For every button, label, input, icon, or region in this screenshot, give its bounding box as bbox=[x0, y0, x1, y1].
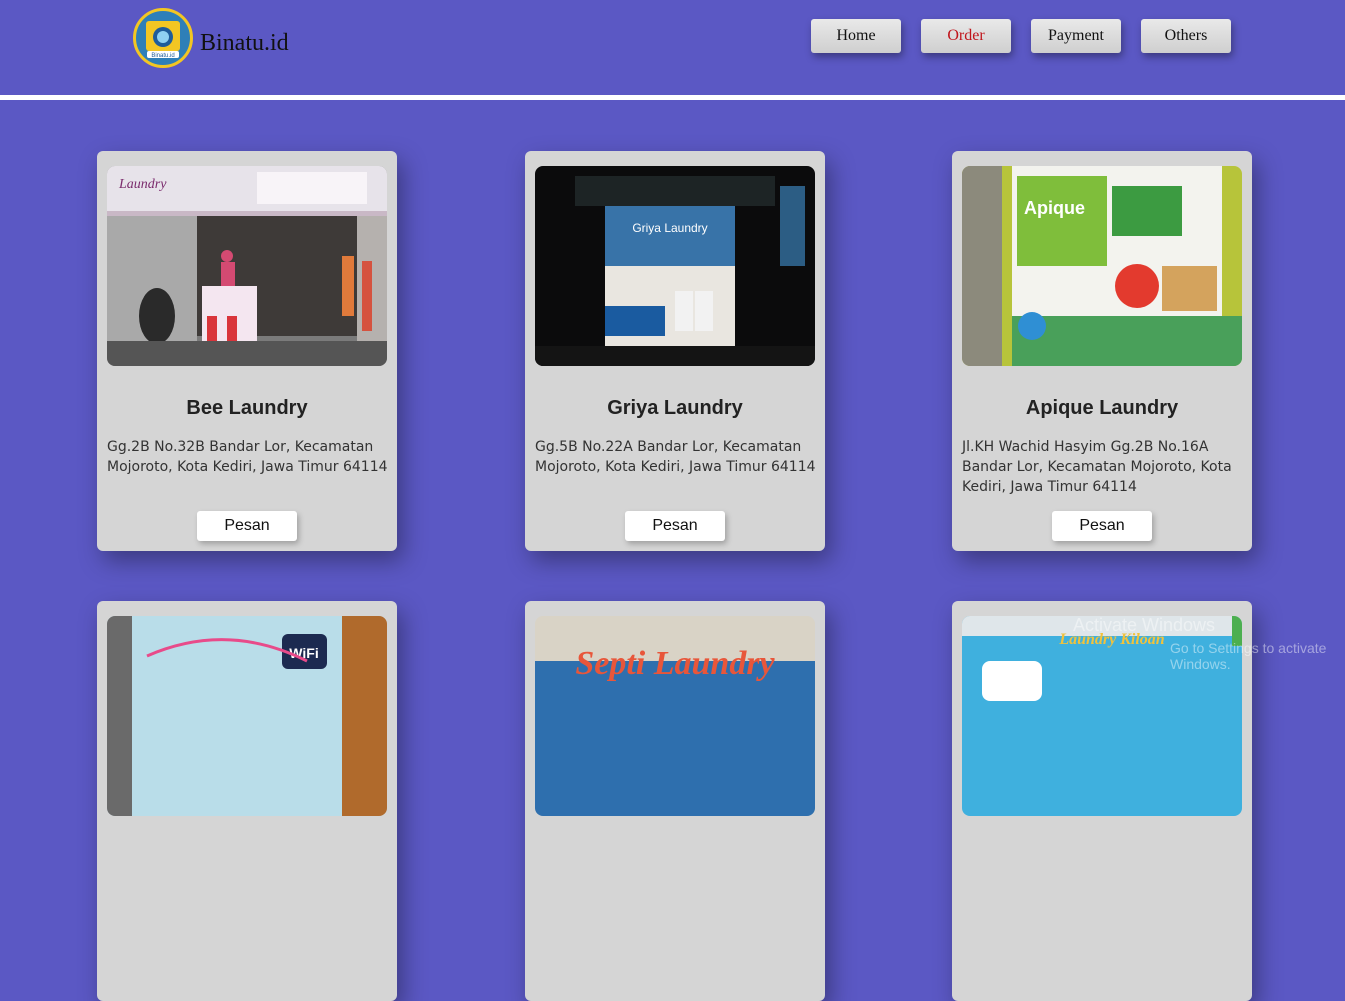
svg-text:Griya Laundry: Griya Laundry bbox=[632, 221, 707, 235]
header: Binatu.id Binatu.id Home Order Payment O… bbox=[0, 0, 1345, 96]
nav-others-button[interactable]: Others bbox=[1141, 19, 1231, 53]
laundry-title: Bee Laundry bbox=[186, 397, 308, 419]
laundry-card-bee: Laundry Bee Laundry Gg.2B No.32B Bandar … bbox=[97, 151, 397, 551]
laundry-photo[interactable]: Septi Laundry bbox=[535, 616, 815, 816]
logo-washing-machine-icon[interactable]: Binatu.id bbox=[133, 8, 193, 68]
laundry-title: Apique Laundry bbox=[1025, 397, 1179, 419]
laundry-card-griya: Griya Laundry Griya Laundry Gg.5B No.22A… bbox=[525, 151, 825, 551]
laundry-photo[interactable]: WiFi bbox=[107, 616, 387, 816]
svg-text:Binatu.id: Binatu.id bbox=[151, 53, 174, 59]
pesan-button[interactable]: Pesan bbox=[625, 511, 725, 541]
svg-text:Septi Laundry: Septi Laundry bbox=[575, 645, 775, 682]
nav-order-button[interactable]: Order bbox=[921, 19, 1011, 53]
activate-windows-watermark: Activate Windows bbox=[1073, 615, 1216, 635]
laundry-photo[interactable]: Apique bbox=[962, 166, 1242, 366]
laundry-photo[interactable]: Laundry bbox=[107, 166, 387, 366]
activate-windows-subtitle: Go to Settings to activate Windows. bbox=[1170, 640, 1327, 672]
laundry-address: Gg.2B No.32B Bandar Lor, Kecamatan Mojor… bbox=[107, 439, 388, 475]
laundry-card: WiFi bbox=[97, 601, 397, 1001]
laundry-address: Jl.KH Wachid Hasyim Gg.2B No.16A Bandar … bbox=[962, 439, 1232, 495]
brand-name[interactable]: Binatu.id bbox=[200, 30, 289, 57]
nav-payment-button[interactable]: Payment bbox=[1031, 19, 1121, 53]
laundry-address: Gg.5B No.22A Bandar Lor, Kecamatan Mojor… bbox=[535, 439, 816, 475]
laundry-title: Griya Laundry bbox=[607, 397, 743, 419]
laundry-card-apique: Apique Apique Laundry Jl.KH Wachid Hasyi… bbox=[952, 151, 1252, 551]
svg-text:Apique: Apique bbox=[1024, 198, 1085, 218]
pesan-button[interactable]: Pesan bbox=[1052, 511, 1152, 541]
pesan-button[interactable]: Pesan bbox=[197, 511, 297, 541]
svg-text:Laundry: Laundry bbox=[118, 177, 167, 192]
laundry-card: Septi Laundry bbox=[525, 601, 825, 1001]
laundry-photo[interactable]: Griya Laundry bbox=[535, 166, 815, 366]
nav-home-button[interactable]: Home bbox=[811, 19, 901, 53]
header-divider bbox=[0, 95, 1345, 100]
